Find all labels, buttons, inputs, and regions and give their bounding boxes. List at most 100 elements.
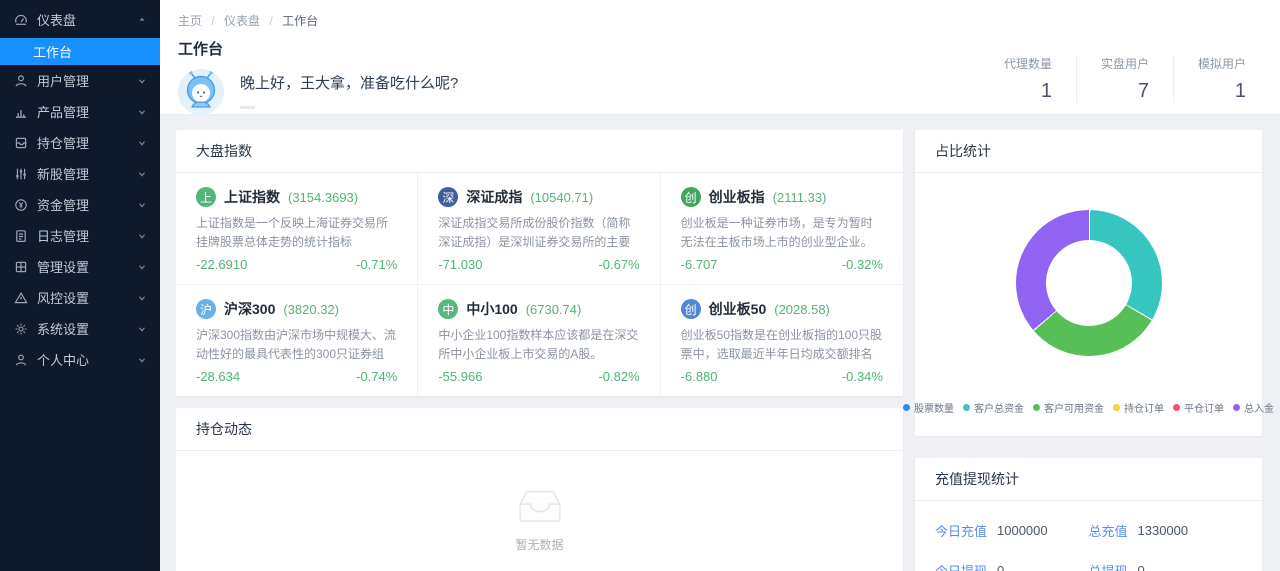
sidebar-item-newstock-mgmt[interactable]: 新股管理 — [0, 158, 160, 189]
chevron-down-icon — [137, 169, 147, 179]
sidebar-item-label: 用户管理 — [37, 71, 137, 90]
legend-dot — [963, 404, 970, 411]
sidebar-item-product-mgmt[interactable]: 产品管理 — [0, 96, 160, 127]
index-name: 创业板50 — [709, 299, 767, 319]
index-description: 创业板是一种证券市场，是专为暂时无法在主板市场上市的创业型企业。 — [681, 214, 883, 252]
chevron-down-icon — [137, 107, 147, 117]
index-percent: -0.82% — [598, 369, 639, 384]
positions-title: 持仓动态 — [176, 408, 903, 451]
bar-chart-icon — [13, 104, 28, 119]
recharge-grid: 今日充值 1000000 总充值 1330000 今日提现 0 总提现 0 — [915, 501, 1262, 571]
stat-real-users: 实盘用户 7 — [1076, 55, 1173, 103]
user-icon — [13, 73, 28, 88]
legend-label: 持仓订单 — [1124, 400, 1164, 415]
market-index-grid: 上 上证指数 (3154.3693) 上证指数是一个反映上海证券交易所挂牌股票总… — [176, 173, 903, 396]
index-value: (6730.74) — [526, 302, 582, 317]
avatar — [178, 69, 224, 115]
legend-label: 客户总资金 — [974, 400, 1024, 415]
stat-label: 实盘用户 — [1101, 55, 1149, 72]
index-description: 中小企业100指数样本应该都是在深交所中小企业板上市交易的A股。 — [438, 326, 639, 364]
greeting-underline — [240, 106, 255, 109]
legend-label: 客户可用资金 — [1044, 400, 1104, 415]
index-description: 上证指数是一个反映上海证券交易所挂牌股票总体走势的统计指标 — [196, 214, 397, 252]
market-index-card: 大盘指数 上 上证指数 (3154.3693) 上证指数是一个反映上海证券交易所… — [176, 130, 903, 396]
chevron-down-icon — [137, 138, 147, 148]
donut-chart[interactable] — [1016, 210, 1162, 356]
sidebar-item-label: 资金管理 — [37, 195, 137, 214]
recharge-label: 今日提现 — [935, 561, 987, 571]
index-description: 创业板50指数是在创业板指的100只股票中，选取最近半年日均成交额排名靠前的50… — [681, 326, 883, 364]
sidebar-item-profile-center[interactable]: 个人中心 — [0, 344, 160, 375]
recharge-today: 今日充值 1000000 — [935, 521, 1089, 540]
breadcrumb: 主页 / 仪表盘 / 工作台 — [178, 12, 1256, 29]
recharge-stats-card: 充值提现统计 今日充值 1000000 总充值 1330000 今日提现 0 总… — [915, 458, 1262, 571]
index-card-sme100: 中 中小100 (6730.74) 中小企业100指数样本应该都是在深交所中小企… — [418, 285, 660, 396]
legend-dot — [1113, 404, 1120, 411]
sidebar-item-position-mgmt[interactable]: 持仓管理 — [0, 127, 160, 158]
legend-item-available-funds[interactable]: 客户可用资金 — [1033, 400, 1104, 415]
sidebar-item-funds-mgmt[interactable]: 资金管理 — [0, 189, 160, 220]
index-name: 深证成指 — [466, 187, 522, 207]
sidebar-item-label: 新股管理 — [37, 164, 137, 183]
empty-text: 暂无数据 — [515, 536, 563, 553]
empty-state: 暂无数据 — [176, 451, 903, 571]
index-description: 深证成指交易所成份股价指数（简称深证成指）是深圳证券交易所的主要股指。 — [438, 214, 639, 252]
legend-item-total-deposit[interactable]: 总入金 — [1233, 400, 1274, 415]
index-value: (3820.32) — [283, 302, 339, 317]
header-stats: 代理数量 1 实盘用户 7 模拟用户 1 — [980, 55, 1270, 103]
breadcrumb-section[interactable]: 仪表盘 — [224, 14, 260, 28]
sidebar-item-user-mgmt[interactable]: 用户管理 — [0, 65, 160, 96]
ratio-stats-title: 占比统计 — [915, 130, 1262, 173]
index-card-shanghai: 上 上证指数 (3154.3693) 上证指数是一个反映上海证券交易所挂牌股票总… — [176, 173, 418, 285]
index-percent: -0.32% — [842, 257, 883, 272]
breadcrumb-home[interactable]: 主页 — [178, 14, 202, 28]
index-description: 沪深300指数由沪深市场中规模大、流动性好的最具代表性的300只证券组成。 — [196, 326, 397, 364]
stat-agents: 代理数量 1 — [980, 55, 1076, 103]
legend-item-total-funds[interactable]: 客户总资金 — [963, 400, 1024, 415]
sidebar-item-logs-mgmt[interactable]: 日志管理 — [0, 220, 160, 251]
caret-up-icon — [137, 14, 147, 24]
stat-label: 模拟用户 — [1198, 55, 1246, 72]
coin-icon — [13, 197, 28, 212]
legend-label: 平仓订单 — [1184, 400, 1224, 415]
index-name: 中小100 — [466, 299, 517, 319]
legend-item-closed-orders[interactable]: 平仓订单 — [1173, 400, 1224, 415]
index-percent: -0.71% — [356, 257, 397, 272]
sidebar-item-label: 仪表盘 — [37, 10, 137, 29]
recharge-value: 0 — [997, 563, 1004, 571]
index-badge: 沪 — [196, 299, 216, 319]
sidebar-item-label: 工作台 — [33, 42, 72, 61]
recharge-value: 1000000 — [997, 523, 1048, 538]
page-header: 主页 / 仪表盘 / 工作台 工作台 晚上好，王大拿，准备吃什么呢? — [160, 0, 1280, 115]
recharge-label: 总充值 — [1089, 521, 1128, 540]
index-badge: 创 — [681, 299, 701, 319]
index-value: (10540.71) — [530, 190, 593, 205]
legend-item-open-orders[interactable]: 持仓订单 — [1113, 400, 1164, 415]
index-badge: 上 — [196, 187, 216, 207]
recharge-value: 0 — [1138, 563, 1145, 571]
sidebar-item-dashboard[interactable]: 仪表盘 — [0, 0, 160, 38]
sidebar: 仪表盘 工作台 用户管理 产品管理 持仓管理 新股管理 — [0, 0, 160, 571]
empty-inbox-icon — [517, 488, 563, 527]
index-value: (2111.33) — [773, 190, 827, 205]
index-badge: 中 — [438, 299, 458, 319]
sidebar-item-label: 管理设置 — [37, 257, 137, 276]
chevron-down-icon — [137, 355, 147, 365]
withdraw-total: 总提现 0 — [1089, 561, 1243, 571]
index-name: 沪深300 — [224, 299, 275, 319]
sidebar-item-admin-settings[interactable]: 管理设置 — [0, 251, 160, 282]
ratio-stats-card: 占比统计 股票数量 客户总资金 客户可用资金 持仓订单 平仓订单 总入金 — [915, 130, 1262, 436]
legend-dot — [1173, 404, 1180, 411]
market-index-title: 大盘指数 — [176, 130, 903, 173]
legend-item-stock-count[interactable]: 股票数量 — [903, 400, 954, 415]
document-icon — [13, 228, 28, 243]
chevron-down-icon — [137, 200, 147, 210]
dashboard-icon — [13, 12, 28, 27]
chart-legend: 股票数量 客户总资金 客户可用资金 持仓订单 平仓订单 总入金 — [915, 400, 1262, 436]
sidebar-item-workbench[interactable]: 工作台 — [0, 38, 160, 65]
index-percent: -0.34% — [842, 369, 883, 384]
sidebar-item-label: 风控设置 — [37, 288, 137, 307]
sidebar-item-risk-settings[interactable]: 风控设置 — [0, 282, 160, 313]
sidebar-item-system-settings[interactable]: 系统设置 — [0, 313, 160, 344]
chevron-down-icon — [137, 262, 147, 272]
